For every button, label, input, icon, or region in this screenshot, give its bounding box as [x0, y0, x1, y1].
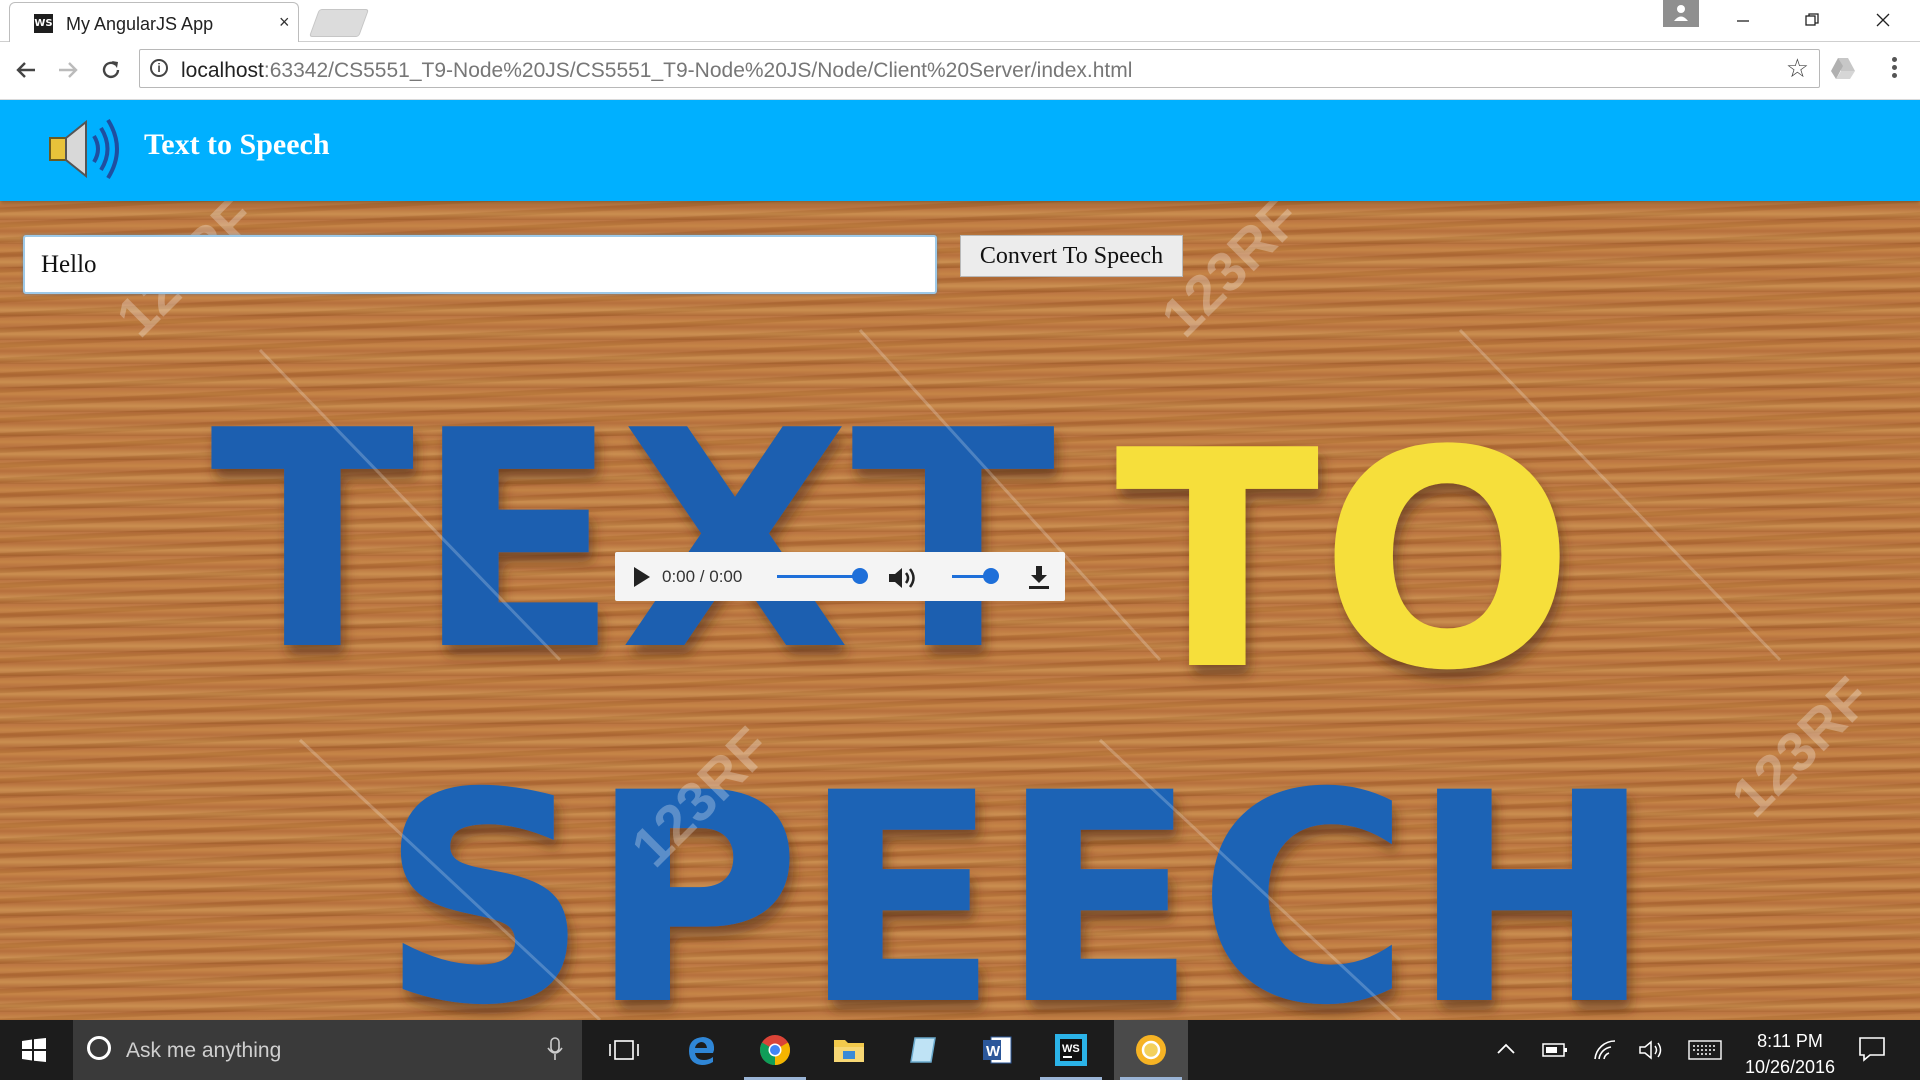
site-info-icon[interactable]: i — [150, 59, 168, 77]
app-header: Text to Speech — [0, 100, 1920, 201]
profile-avatar-icon[interactable] — [1663, 0, 1699, 27]
reload-button[interactable] — [95, 54, 127, 86]
watermark-text: 123RF — [1719, 665, 1882, 828]
word-icon-letter: W — [986, 1043, 1001, 1060]
audio-player: 0:00 / 0:00 — [615, 552, 1065, 601]
watermark-lines — [258, 328, 1782, 1020]
restore-button[interactable] — [1782, 0, 1842, 40]
new-tab-button[interactable] — [308, 9, 370, 37]
text-input[interactable] — [23, 235, 937, 294]
close-window-button[interactable] — [1853, 0, 1913, 40]
watermark-text: 123RF — [619, 715, 782, 878]
forward-button[interactable] — [52, 54, 84, 86]
taskbar-clock[interactable]: 8:11 PM 10/26/2016 — [1730, 1028, 1850, 1080]
back-button[interactable] — [10, 54, 42, 86]
action-center-icon[interactable] — [1858, 1036, 1886, 1062]
keyboard-icon[interactable] — [1688, 1040, 1722, 1060]
audio-progress-thumb[interactable] — [852, 568, 868, 584]
volume-icon[interactable] — [887, 564, 921, 592]
browser-menu-icon[interactable] — [1884, 54, 1904, 84]
word-taskbar-button[interactable]: W — [960, 1020, 1034, 1080]
background-letters: TEXT TO SPEECH — [210, 367, 1653, 1020]
clock-date: 10/26/2016 — [1744, 1057, 1836, 1077]
task-view-icon — [609, 1040, 639, 1060]
tab-title: My AngularJS App — [66, 14, 214, 34]
url-host: localhost — [181, 59, 264, 82]
word-icon: W — [983, 1036, 1012, 1064]
cortana-icon — [87, 1036, 111, 1060]
microphone-icon[interactable] — [547, 1037, 563, 1061]
background-word-speech: SPEECH — [380, 732, 1653, 1020]
speaker-volume-icon[interactable] — [1638, 1039, 1664, 1061]
app-title: Text to Speech — [144, 128, 330, 161]
convert-to-speech-button[interactable]: Convert To Speech — [960, 235, 1183, 277]
back-arrow-icon — [16, 62, 35, 78]
webstorm-icon-letters: WS — [1062, 1043, 1080, 1055]
tab-close-icon[interactable]: × — [279, 12, 290, 33]
windows-start-icon[interactable] — [22, 1038, 46, 1062]
battery-icon[interactable] — [1542, 1042, 1568, 1058]
download-icon[interactable] — [1027, 564, 1051, 590]
taskbar-search[interactable]: Ask me anything — [73, 1020, 582, 1080]
task-view-button[interactable] — [587, 1020, 661, 1080]
edge-icon — [689, 1037, 715, 1065]
url-text[interactable]: localhost:63342/CS5551_T9-Node%20JS/CS55… — [181, 59, 1132, 83]
audio-time: 0:00 / 0:00 — [662, 567, 743, 586]
reload-icon — [102, 61, 120, 79]
forward-arrow-icon — [59, 62, 78, 78]
minimize-icon — [1737, 20, 1749, 22]
speaker-icon — [49, 118, 119, 180]
taskbar: Ask me anything W WS 8:11 PM 10/26/2016 — [0, 1020, 1920, 1080]
webstorm-favicon-icon: WS — [34, 14, 53, 33]
show-hidden-icons-icon[interactable] — [1496, 1042, 1516, 1056]
chrome-canary-icon — [1136, 1035, 1166, 1065]
audio-progress-track[interactable] — [777, 575, 857, 578]
bookmark-star-icon[interactable]: ☆ — [1786, 53, 1809, 84]
chrome-canary-taskbar-button[interactable] — [1114, 1020, 1188, 1080]
volume-slider-thumb[interactable] — [983, 568, 999, 584]
browser-tab[interactable]: WS My AngularJS App × — [9, 2, 299, 42]
background-word-to: TO — [1115, 387, 1575, 736]
url-path: :63342/CS5551_T9-Node%20JS/CS5551_T9-Nod… — [263, 59, 1133, 82]
paint-taskbar-button[interactable] — [886, 1020, 960, 1080]
edge-taskbar-button[interactable] — [664, 1020, 738, 1080]
restore-icon — [1805, 13, 1819, 26]
play-icon[interactable] — [629, 564, 653, 590]
folder-icon — [834, 1040, 864, 1062]
background-word-text: TEXT — [210, 367, 1057, 716]
webstorm-taskbar-button[interactable]: WS — [1034, 1020, 1108, 1080]
file-explorer-taskbar-button[interactable] — [812, 1020, 886, 1080]
minimize-button[interactable] — [1713, 0, 1773, 40]
wifi-icon[interactable] — [1593, 1039, 1617, 1061]
chrome-taskbar-button[interactable] — [738, 1020, 812, 1080]
address-bar[interactable]: i localhost:63342/CS5551_T9-Node%20JS/CS… — [139, 49, 1820, 88]
browser-toolbar: i localhost:63342/CS5551_T9-Node%20JS/CS… — [0, 42, 1920, 100]
browser-tab-strip: WS My AngularJS App × — [0, 0, 1920, 42]
search-placeholder: Ask me anything — [126, 1039, 282, 1062]
clock-time: 8:11 PM — [1757, 1031, 1823, 1051]
chrome-icon — [759, 1035, 791, 1066]
webstorm-icon: WS — [1055, 1034, 1087, 1066]
page-content: TEXT TO SPEECH 123RF 123RF 123RF 123RF T… — [0, 100, 1920, 1020]
close-icon — [1876, 13, 1890, 27]
paint-icon — [910, 1037, 936, 1063]
drive-extension-icon[interactable] — [1830, 56, 1856, 80]
